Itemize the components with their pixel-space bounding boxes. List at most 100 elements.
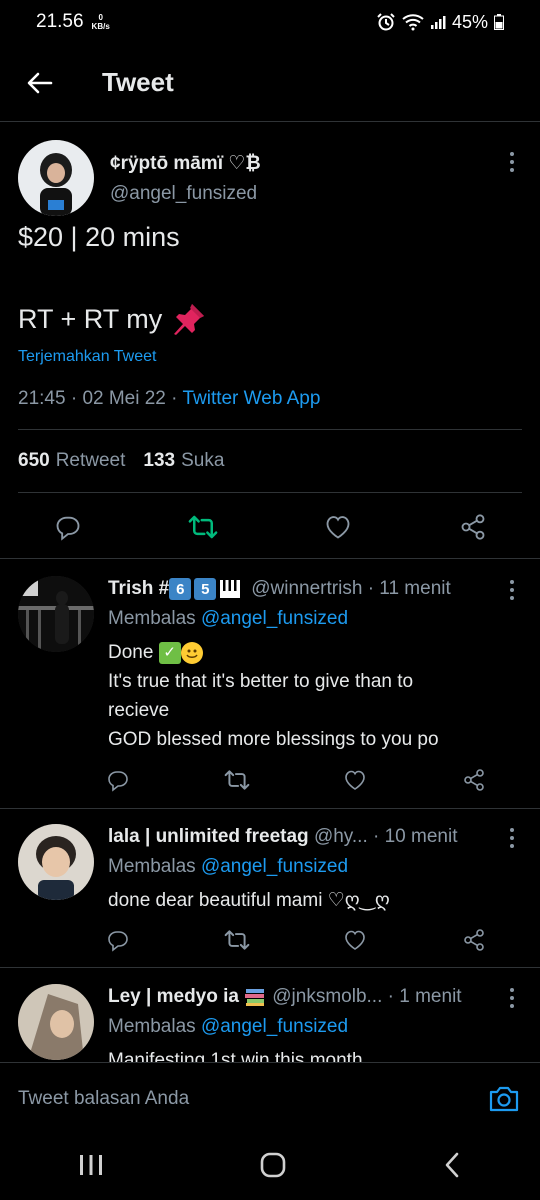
reply-button[interactable] [96,918,140,962]
reply-actions [96,760,496,800]
pushpin-icon [174,304,205,335]
share-button[interactable] [452,918,496,962]
reply-text-line: It's true that it's better to give than … [108,671,414,692]
reply-time: · 11 menit [367,578,451,600]
arrow-left-icon [27,72,53,93]
system-back-button[interactable] [442,1151,462,1184]
share-button[interactable] [451,505,495,549]
piano-icon [220,580,241,598]
smile-emoji-icon [180,641,203,664]
replying-to: Membalas @angel_funsized [108,1016,348,1038]
reply-icon [56,516,79,541]
like-button[interactable] [333,758,377,802]
replying-prefix: Membalas [108,608,196,629]
reply-avatar[interactable] [18,824,94,900]
avatar-image [18,576,94,652]
avatar-image [18,824,94,900]
retweet-icon [224,930,250,950]
reply-text: done dear beautiful mami ♡ღ‿ღ [108,886,510,915]
reply-author-name[interactable]: lala | unlimited freetag [108,826,309,847]
reply-author-name[interactable]: Ley | medyo ia [108,986,239,1007]
reply-time: · 10 menit [373,826,458,847]
retweet-button[interactable] [181,505,225,549]
network-speed-unit: KB/s [91,22,110,31]
reply-header: Ley | medyo ia @jnksmolb... · 1 menit [108,986,500,1008]
share-icon [461,514,484,540]
reply-author-name[interactable]: Trish # [108,578,169,599]
page-title: Tweet [102,67,174,97]
camera-button[interactable] [486,1081,522,1117]
retweet-icon [224,770,250,790]
retweet-icon [188,515,217,539]
retweet-stat[interactable]: 650 Retweet [18,450,125,472]
heart-icon [345,930,366,950]
divider [18,429,522,430]
alarm-icon [377,13,395,31]
reply-item[interactable]: lala | unlimited freetag @hy... · 10 men… [0,808,540,968]
tweet-actions [0,502,540,552]
reply-item[interactable]: Trish #6 5 @winnertrish · 11 menit Membala… [0,560,540,808]
retweet-button[interactable] [215,758,259,802]
tweet-date: 02 Mei 22 [82,388,166,409]
like-label: Suka [181,450,225,471]
home-button[interactable] [259,1151,287,1184]
reply-time: · 1 menit [387,986,462,1007]
like-button[interactable] [333,918,377,962]
replying-to-handle[interactable]: @angel_funsized [201,608,348,629]
back-button[interactable] [0,44,80,122]
heart-icon [345,770,366,790]
reply-author-handle[interactable]: @winnertrish [251,578,362,599]
tweet-time: 21:45 [18,388,66,409]
like-button[interactable] [316,505,360,549]
replying-prefix: Membalas [108,856,196,877]
camera-icon [489,1086,519,1111]
more-options-icon[interactable] [504,578,520,602]
reply-text-line: Manifesting 1st win this month [108,1050,363,1062]
status-bar: 21.56 0 KB/s 45% [0,0,540,44]
reply-compose-input[interactable]: Tweet balasan Anda [18,1088,189,1110]
reply-author-handle[interactable]: @jnksmolb... [272,986,382,1007]
books-emoji-icon [245,988,265,1006]
like-count: 133 [143,450,176,471]
reply-avatar[interactable] [18,576,94,652]
like-stat[interactable]: 133 Suka [143,450,224,472]
reply-avatar[interactable] [18,984,94,1060]
reply-text-line: GOD blessed more blessings to you po [108,729,439,750]
tweet-text-line-2-text: RT + RT my [18,303,163,334]
reply-header: lala | unlimited freetag @hy... · 10 men… [108,826,500,848]
reply-text-line: Done ✓ [108,638,510,667]
reply-button[interactable] [46,505,90,549]
tweet-source[interactable]: Twitter Web App [182,388,320,409]
author-name[interactable]: ¢rÿptō māmï ♡₿ [110,152,261,175]
replying-to-handle[interactable]: @angel_funsized [201,856,348,877]
reply-text-line: done dear beautiful mami ♡ღ‿ღ [108,890,390,911]
reply-compose-bar[interactable]: Tweet balasan Anda [0,1062,540,1134]
reply-button[interactable] [96,758,140,802]
replying-to: Membalas @angel_funsized [108,608,348,630]
meta-separator: · [165,388,183,409]
tweet-text-line-1: $20 | 20 mins [18,222,180,252]
retweet-button[interactable] [215,918,259,962]
more-options-icon[interactable] [504,826,520,850]
reply-text-line-text: Done [108,642,154,663]
replying-prefix: Membalas [108,1016,196,1037]
recent-apps-icon [79,1154,102,1175]
tweet-meta: 21:45 · 02 Mei 22 · Twitter Web App [18,388,320,410]
reply-item[interactable]: Ley | medyo ia @jnksmolb... · 1 menit Me… [0,968,540,1062]
replying-to-handle[interactable]: @angel_funsized [201,1016,348,1037]
translate-tweet-link[interactable]: Terjemahkan Tweet [18,348,156,366]
reply-text: Manifesting 1st win this month [108,1046,510,1062]
top-header: Tweet [0,44,540,122]
divider [18,492,522,493]
reply-header: Trish #6 5 @winnertrish · 11 menit [108,578,500,600]
replying-to: Membalas @angel_funsized [108,856,348,878]
reply-actions [96,920,496,960]
more-options-icon[interactable] [504,986,520,1010]
recent-apps-button[interactable] [78,1153,104,1182]
reply-text: Done ✓ It's true that it's better to giv… [108,638,510,754]
more-options-icon[interactable] [504,150,520,174]
author-handle[interactable]: @angel_funsized [110,183,257,205]
author-avatar[interactable] [18,140,94,216]
reply-author-handle[interactable]: @hy... [314,826,368,847]
share-button[interactable] [452,758,496,802]
